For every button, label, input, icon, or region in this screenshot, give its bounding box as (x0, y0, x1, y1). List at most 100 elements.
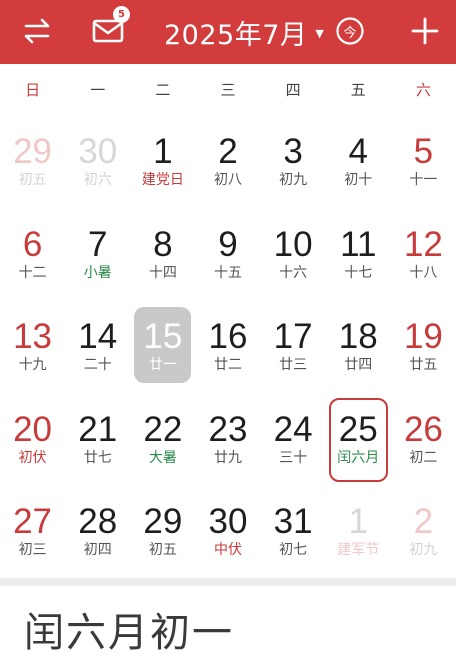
lunar-label: 建党日 (141, 172, 184, 188)
lunar-label: 初六 (83, 172, 112, 188)
calendar-day[interactable]: 13 十九 (0, 301, 65, 394)
calendar-day[interactable]: 16 廿二 (195, 301, 260, 394)
month-title-selector[interactable]: 2025年7月 ▼ (164, 14, 324, 51)
calendar-week-row: 27 初三 28 初四 29 初五 30 中伏 31 初七 1 建军节 2 初九 (0, 486, 456, 579)
calendar-day[interactable]: 12 十八 (391, 209, 456, 302)
weekday-wed: 三 (220, 81, 236, 99)
calendar-day[interactable]: 26 初二 (391, 394, 456, 487)
day-number: 28 (78, 502, 118, 541)
day-number: 8 (153, 224, 173, 264)
day-number: 30 (78, 132, 118, 171)
lunar-label: 初二 (409, 449, 438, 466)
lunar-label: 闰六月 (337, 449, 380, 466)
lunar-label: 十四 (148, 264, 177, 281)
calendar-day[interactable]: 5 十一 (391, 116, 456, 209)
lunar-label: 建军节 (337, 542, 380, 558)
lunar-label: 十五 (213, 264, 242, 281)
lunar-label: 廿一 (148, 357, 177, 373)
weekday-header: 日 一 二 三 四 五 六 (0, 64, 456, 116)
day-number: 4 (348, 132, 368, 171)
day-number: 21 (78, 409, 118, 449)
calendar-day[interactable]: 17 廿三 (261, 301, 326, 394)
lunar-label: 初七 (279, 542, 308, 558)
calendar-day[interactable]: 18 廿四 (326, 301, 391, 394)
calendar-day[interactable]: 3 初九 (261, 116, 326, 209)
today-button[interactable]: 今 (333, 14, 367, 48)
weekday-mon: 一 (90, 81, 106, 99)
calendar-day[interactable]: 2 初八 (195, 116, 260, 209)
day-number: 26 (403, 409, 443, 449)
day-number: 19 (403, 317, 443, 356)
day-number: 18 (338, 317, 378, 356)
day-number: 7 (87, 224, 108, 264)
calendar-day-today[interactable]: 25 闰六月 (326, 394, 391, 487)
lunar-label: 初九 (279, 172, 308, 188)
calendar-day[interactable]: 31 初七 (261, 486, 326, 579)
day-number: 2 (218, 132, 238, 171)
calendar-day[interactable]: 21 廿七 (65, 394, 130, 487)
mail-badge: 5 (113, 6, 130, 23)
swap-arrows-icon[interactable] (20, 14, 54, 48)
selected-lunar-date: 闰六月初一 (24, 610, 234, 656)
lunar-label: 初伏 (18, 449, 47, 466)
today-glyph: 今 (343, 25, 357, 41)
calendar-day[interactable]: 28 初四 (65, 486, 130, 579)
calendar-day[interactable]: 29 初五 (130, 486, 195, 579)
day-number: 15 (143, 317, 183, 356)
calendar-day[interactable]: 30 中伏 (195, 486, 260, 579)
lunar-label: 廿五 (409, 357, 438, 373)
calendar-day[interactable]: 24 三十 (261, 394, 326, 487)
lunar-label: 十二 (18, 264, 47, 281)
calendar-week-row: 13 十九 14 二十 15 廿一 16 廿二 17 廿三 18 廿四 19 廿五 (0, 301, 456, 394)
lunar-label: 二十 (83, 357, 112, 373)
calendar-day[interactable]: 6 十二 (0, 209, 65, 302)
lunar-label: 廿四 (344, 357, 373, 373)
calendar-day[interactable]: 1 建军节 (326, 486, 391, 579)
lunar-label: 初十 (344, 172, 373, 188)
lunar-label: 十八 (409, 264, 438, 281)
lunar-label: 廿九 (213, 449, 242, 466)
calendar-day[interactable]: 7 小暑 (65, 209, 130, 302)
calendar-week-row: 6 十二 7 小暑 8 十四 9 十五 10 十六 11 十七 12 十八 (0, 209, 456, 302)
calendar-day[interactable]: 22 大暑 (130, 394, 195, 487)
calendar-day[interactable]: 20 初伏 (0, 394, 65, 487)
plus-icon[interactable] (408, 14, 442, 48)
calendar-day[interactable]: 2 初九 (391, 486, 456, 579)
weekday-tue: 二 (155, 81, 171, 99)
lunar-label: 大暑 (148, 449, 177, 466)
calendar-week-row: 29 初五 30 初六 1 建党日 2 初八 3 初九 4 初十 5 十一 (0, 116, 456, 209)
calendar-day[interactable]: 29 初五 (0, 116, 65, 209)
day-number: 10 (273, 224, 313, 264)
mail-button[interactable]: 5 (91, 6, 130, 48)
calendar-day[interactable]: 9 十五 (195, 209, 260, 302)
calendar-day[interactable]: 14 二十 (65, 301, 130, 394)
calendar-day[interactable]: 23 廿九 (195, 394, 260, 487)
lunar-label: 初五 (18, 172, 47, 188)
day-number: 20 (13, 409, 53, 449)
day-number: 17 (273, 317, 313, 356)
calendar-grid: 29 初五 30 初六 1 建党日 2 初八 3 初九 4 初十 5 十一 6 十二 7 小暑 8 十四 9 十五 10 十六… (0, 116, 456, 579)
weekday-sat: 六 (415, 81, 431, 99)
lunar-label: 十六 (279, 264, 308, 281)
lunar-label: 初八 (213, 172, 242, 188)
calendar-day[interactable]: 4 初十 (326, 116, 391, 209)
day-number: 6 (22, 224, 43, 264)
day-number: 23 (208, 409, 248, 449)
lunar-label: 十一 (409, 172, 438, 188)
day-number: 12 (403, 224, 443, 264)
calendar-day[interactable]: 11 十七 (326, 209, 391, 302)
lunar-label: 初三 (18, 542, 47, 558)
calendar-day[interactable]: 19 廿五 (391, 301, 456, 394)
month-title: 2025年7月 (164, 19, 308, 51)
calendar-day[interactable]: 10 十六 (261, 209, 326, 302)
day-number: 30 (208, 502, 248, 541)
calendar-day[interactable]: 27 初三 (0, 486, 65, 579)
calendar-day-selected[interactable]: 15 廿一 (130, 301, 195, 394)
lunar-label: 十七 (344, 264, 373, 281)
calendar-week-row: 20 初伏 21 廿七 22 大暑 23 廿九 24 三十 25 闰六月 26 初二 (0, 394, 456, 487)
day-number: 16 (208, 317, 248, 356)
calendar-day[interactable]: 30 初六 (65, 116, 130, 209)
calendar-day[interactable]: 8 十四 (130, 209, 195, 302)
lunar-label: 小暑 (83, 264, 112, 281)
calendar-day[interactable]: 1 建党日 (130, 116, 195, 209)
